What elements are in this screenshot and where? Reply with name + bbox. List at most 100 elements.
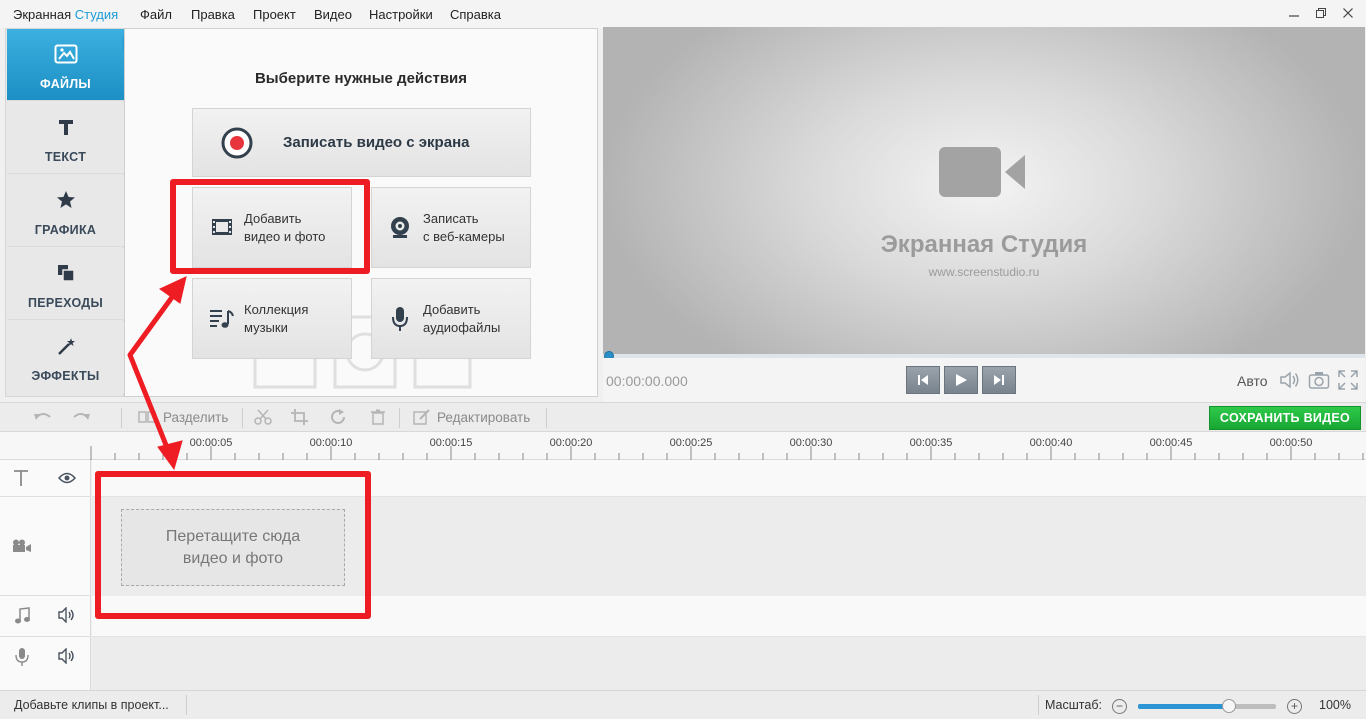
zoom-out-icon[interactable]: − <box>1112 699 1127 714</box>
sidebar-item-label: ТЕКСТ <box>44 150 87 164</box>
save-video-button[interactable]: СОХРАНИТЬ ВИДЕО <box>1209 406 1361 430</box>
toolbar-divider <box>399 408 400 428</box>
preview-url: www.screenstudio.ru <box>928 265 1040 279</box>
sidebar-item-graphics[interactable]: ГРАФИКА <box>7 175 124 247</box>
zoom-slider-knob[interactable] <box>1222 699 1237 713</box>
volume-icon[interactable] <box>1279 370 1301 395</box>
tick-label: 00:00:15 <box>429 437 473 449</box>
music-collection-button[interactable]: Коллекция музыки <box>192 278 352 359</box>
skip-back-icon <box>918 375 928 385</box>
title-bar: Экранная Студия Файл Правка Проект Видео… <box>0 0 1366 28</box>
track-headers <box>0 460 91 690</box>
webcam-label-2: с веб-камеры <box>423 229 505 244</box>
webcam-button[interactable]: Записать с веб-камеры <box>371 187 531 268</box>
annotation-highlight-drop-zone <box>95 471 371 619</box>
menu-settings[interactable]: Настройки <box>369 7 433 22</box>
music-list-icon <box>209 307 235 336</box>
edit-button[interactable]: Редактировать <box>437 410 530 425</box>
menu-file[interactable]: Файл <box>140 7 172 22</box>
zoom-slider-fill <box>1138 704 1230 709</box>
volume-icon[interactable] <box>58 606 76 628</box>
tick-label: 00:00:35 <box>909 437 953 449</box>
close-icon[interactable] <box>1336 4 1360 24</box>
status-text: Добавьте клипы в проект... <box>14 698 169 712</box>
panel-title: Выберите нужные действия <box>254 70 468 87</box>
skip-forward-button[interactable] <box>982 366 1016 394</box>
video-track-icon <box>12 539 32 558</box>
music-label-2: музыки <box>244 320 288 335</box>
play-button[interactable] <box>944 366 978 394</box>
snapshot-camera-icon[interactable] <box>1308 370 1330 395</box>
fullscreen-icon[interactable] <box>1338 370 1358 395</box>
menu-video[interactable]: Видео <box>314 7 352 22</box>
restore-icon[interactable] <box>1309 4 1333 24</box>
volume-icon[interactable] <box>58 647 76 669</box>
app-title: Экранная Студия <box>13 7 119 22</box>
tick-label: 00:00:20 <box>549 437 593 449</box>
sidebar: ФАЙЛЫ ТЕКСТ ГРАФИКА ПЕРЕХОДЫ ЭФФЕКТЫ <box>5 28 124 397</box>
tick-label: 00:00:50 <box>1269 437 1313 449</box>
undo-icon[interactable] <box>33 409 53 430</box>
audio-label-2: аудиофайлы <box>423 320 501 335</box>
video-track-header <box>0 497 91 596</box>
text-icon <box>7 116 124 138</box>
annotation-highlight-add-media <box>170 179 370 274</box>
zoom-slider[interactable] <box>1138 704 1276 709</box>
statusbar-divider <box>186 695 187 715</box>
record-screen-label: Записать видео с экрана <box>283 134 470 151</box>
sidebar-item-effects[interactable]: ЭФФЕКТЫ <box>7 321 124 393</box>
preview-brand: Экранная Студия <box>880 231 1088 258</box>
timecode: 00:00:00.000 <box>606 373 688 389</box>
voice-track[interactable] <box>92 637 1366 690</box>
eye-icon[interactable] <box>57 471 77 489</box>
sidebar-item-label: ФАЙЛЫ <box>40 77 91 91</box>
skip-back-button[interactable] <box>906 366 940 394</box>
edit-toolbar: Разделить Редактировать СОХРАНИТЬ ВИДЕО <box>0 402 1366 432</box>
redo-icon[interactable] <box>71 409 91 430</box>
sidebar-item-transitions[interactable]: ПЕРЕХОДЫ <box>7 248 124 320</box>
statusbar-divider <box>1038 695 1039 715</box>
zoom-value: 100% <box>1319 698 1351 712</box>
sidebar-item-label: ЭФФЕКТЫ <box>31 369 100 383</box>
menu-project[interactable]: Проект <box>253 7 296 22</box>
sidebar-item-label: ПЕРЕХОДЫ <box>27 296 104 310</box>
crop-icon[interactable] <box>291 409 309 430</box>
star-icon <box>7 189 124 211</box>
transitions-icon <box>7 262 124 284</box>
music-label-1: Коллекция <box>244 302 309 317</box>
text-track-icon <box>13 469 29 492</box>
rotate-icon[interactable] <box>330 409 348 430</box>
status-bar: Добавьте клипы в проект... Масштаб: − + … <box>0 690 1366 719</box>
quality-selector[interactable]: Авто <box>1237 373 1268 389</box>
music-track-header <box>0 596 91 637</box>
music-note-icon <box>14 607 30 630</box>
tick-label: 00:00:40 <box>1029 437 1073 449</box>
tick-label: 00:00:45 <box>1149 437 1193 449</box>
microphone-icon <box>390 306 410 337</box>
toolbar-divider <box>546 408 547 428</box>
annotation-arrow <box>127 276 187 470</box>
video-camera-icon <box>937 145 1027 204</box>
zoom-label: Масштаб: <box>1045 698 1102 712</box>
voice-track-header <box>0 637 91 678</box>
magic-wand-icon <box>7 335 124 357</box>
trash-icon[interactable] <box>370 409 386 430</box>
edit-pencil-icon <box>413 409 431 430</box>
play-icon <box>956 374 967 386</box>
sidebar-item-files[interactable]: ФАЙЛЫ <box>7 29 124 101</box>
text-track-header <box>0 460 91 497</box>
menu-edit[interactable]: Правка <box>191 7 235 22</box>
player-controls: 00:00:00.000 Авто <box>603 358 1365 402</box>
audio-label-1: Добавить <box>423 302 481 317</box>
record-icon <box>221 127 253 164</box>
menu-help[interactable]: Справка <box>450 7 501 22</box>
minimize-icon[interactable] <box>1282 4 1306 24</box>
tick-label: 00:00:25 <box>669 437 713 449</box>
sidebar-item-text[interactable]: ТЕКСТ <box>7 102 124 174</box>
sidebar-item-label: ГРАФИКА <box>34 223 97 237</box>
add-audio-button[interactable]: Добавить аудиофайлы <box>371 278 531 359</box>
record-screen-button[interactable]: Записать видео с экрана <box>192 108 531 177</box>
scissors-icon[interactable] <box>254 409 272 430</box>
zoom-in-icon[interactable]: + <box>1287 699 1302 714</box>
timeline-ruler[interactable]: 00:00:05 00:00:10 00:00:15 00:00:20 00:0… <box>0 432 1366 460</box>
